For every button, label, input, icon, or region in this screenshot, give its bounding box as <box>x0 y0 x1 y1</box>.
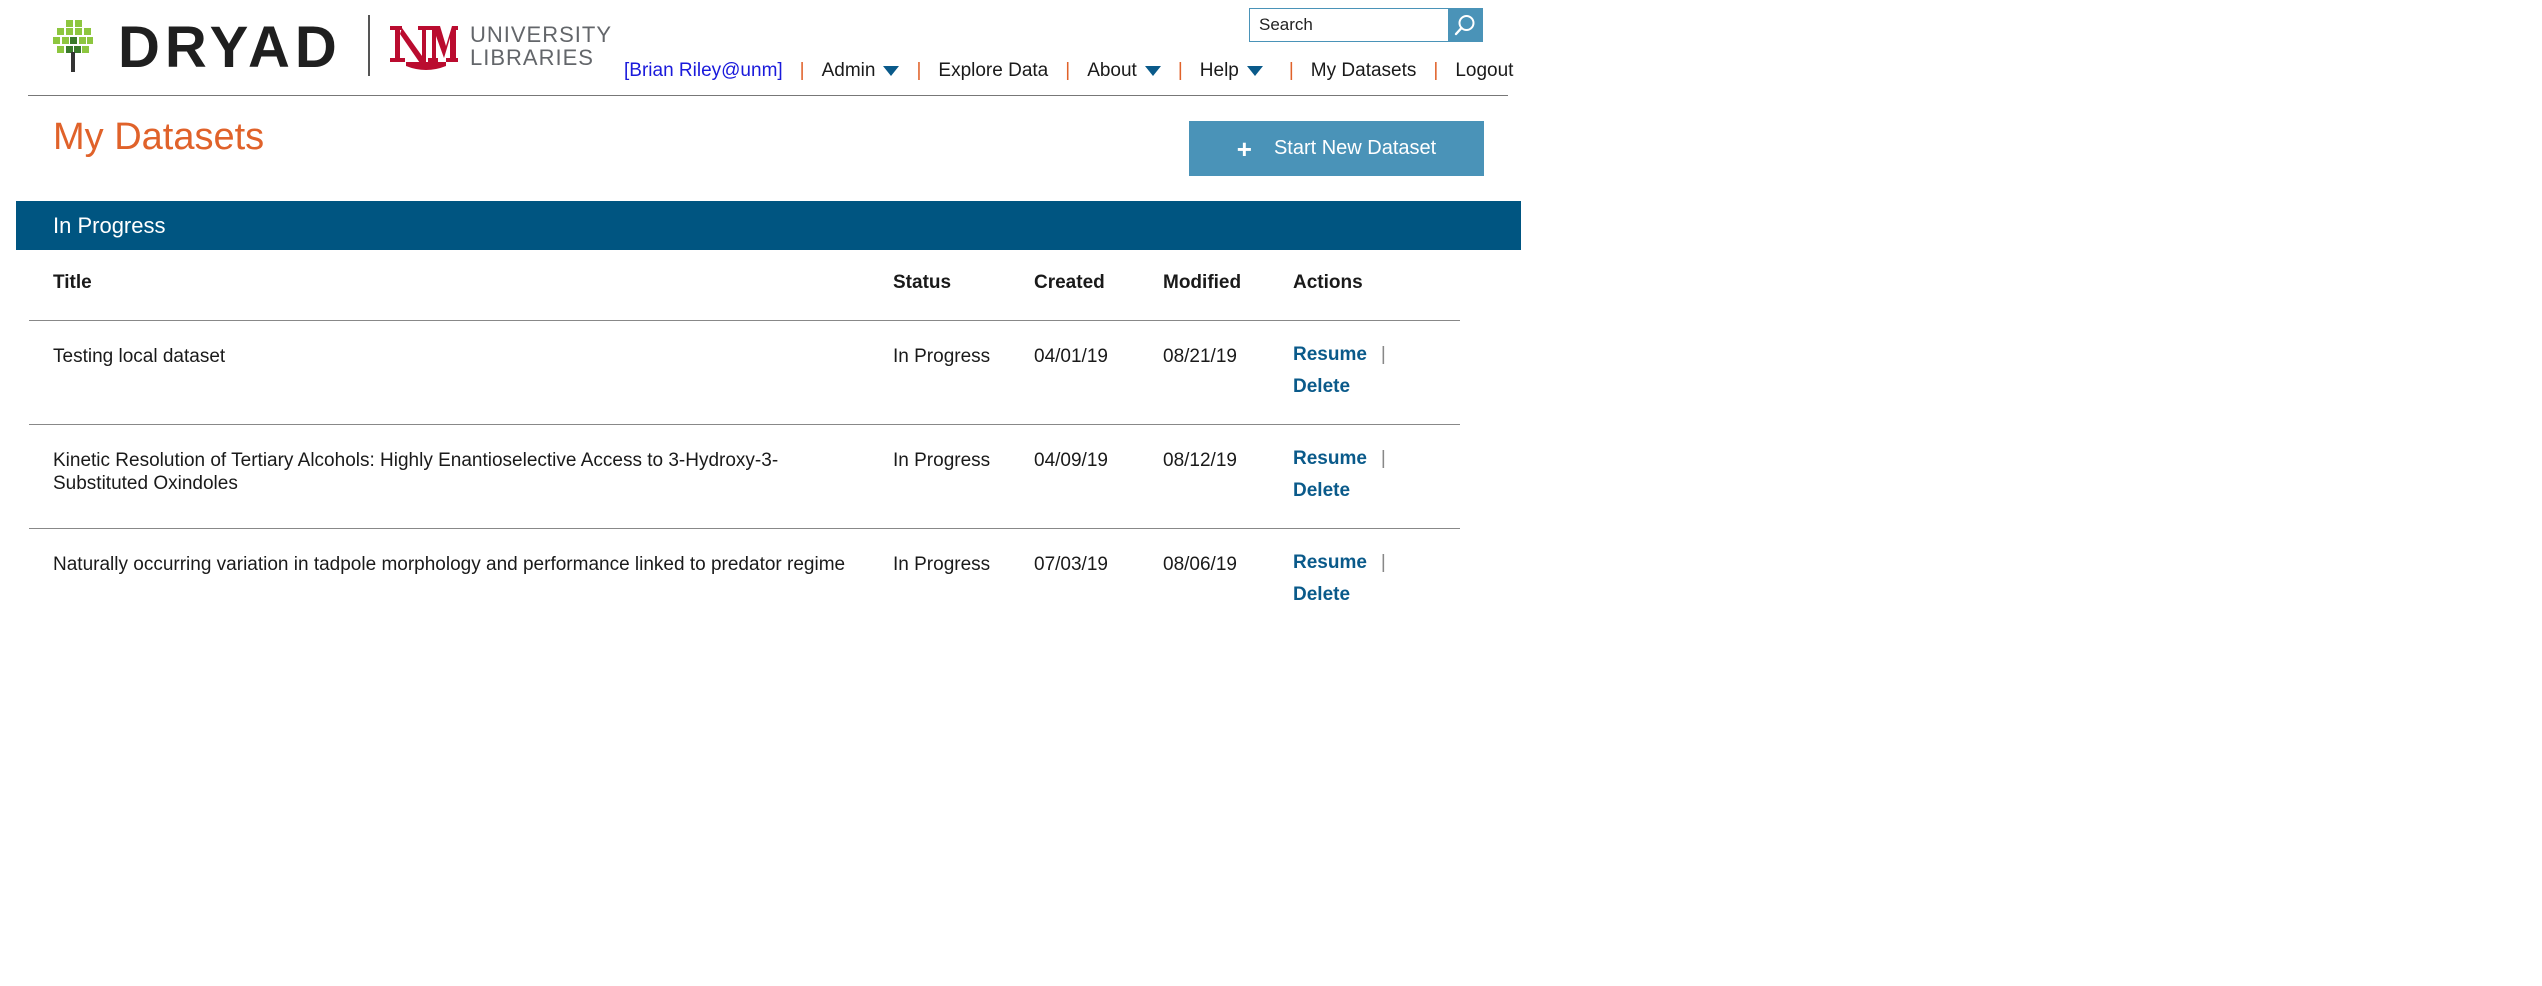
nav-my-datasets[interactable]: My Datasets <box>1311 60 1417 82</box>
nav-separator: | <box>1065 60 1071 81</box>
start-new-dataset-label: Start New Dataset <box>1273 137 1437 159</box>
table-row: Testing local dataset In Progress 04/01/… <box>29 320 1460 424</box>
nav-explore-data[interactable]: Explore Data <box>938 60 1048 82</box>
column-header-status: Status <box>893 272 952 293</box>
caret-down-icon <box>883 66 900 76</box>
dataset-title: Naturally occurring variation in tadpole… <box>53 554 846 575</box>
action-separator: | <box>1380 448 1386 469</box>
dataset-created: 04/01/19 <box>1034 346 1108 367</box>
nav-help[interactable]: Help <box>1200 60 1263 82</box>
column-header-title: Title <box>53 272 92 293</box>
dataset-status: In Progress <box>893 450 991 471</box>
dataset-status: In Progress <box>893 554 991 575</box>
dataset-modified: 08/06/19 <box>1163 554 1237 575</box>
resume-link[interactable]: Resume <box>1293 551 1367 574</box>
search-icon <box>1454 15 1475 36</box>
dryad-wordmark[interactable]: DRYAD <box>118 16 342 80</box>
table-row: Kinetic Resolution of Tertiary Alcohols:… <box>29 424 1460 528</box>
dataset-actions: Resume | Delete <box>1293 447 1413 502</box>
logo-divider <box>368 15 370 76</box>
datasets-table: Title Status Created Modified Actions Te… <box>0 250 1542 632</box>
site-header: DRYAD UNIVERSITY LIBRARIES [Brian Riley@… <box>0 0 1542 97</box>
header-divider <box>28 95 1508 96</box>
dataset-actions: Resume | Delete <box>1293 343 1413 398</box>
delete-link[interactable]: Delete <box>1293 479 1413 502</box>
section-header-in-progress: In Progress <box>16 201 1521 250</box>
action-separator: | <box>1380 552 1386 573</box>
nav-separator: | <box>1433 60 1439 81</box>
search-input[interactable] <box>1250 9 1466 41</box>
search-button[interactable] <box>1448 9 1482 41</box>
resume-link[interactable]: Resume <box>1293 447 1367 470</box>
delete-link[interactable]: Delete <box>1293 583 1413 606</box>
dataset-title: Kinetic Resolution of Tertiary Alcohols:… <box>53 450 779 494</box>
nav-separator: | <box>799 60 805 81</box>
nav-about[interactable]: About <box>1087 60 1161 82</box>
dataset-modified: 08/21/19 <box>1163 346 1237 367</box>
dataset-status: In Progress <box>893 346 991 367</box>
nav-logout[interactable]: Logout <box>1455 60 1513 82</box>
delete-link[interactable]: Delete <box>1293 375 1413 398</box>
table-header: Title Status Created Modified Actions <box>0 250 1542 320</box>
column-header-created: Created <box>1034 272 1105 293</box>
resume-link[interactable]: Resume <box>1293 343 1367 366</box>
nav-user-account[interactable]: [Brian Riley@unm] <box>624 60 783 82</box>
column-header-modified: Modified <box>1163 272 1242 293</box>
column-header-actions: Actions <box>1293 272 1363 293</box>
caret-down-icon <box>1144 66 1161 76</box>
main-nav: [Brian Riley@unm] | Admin | Explore Data… <box>624 58 1513 84</box>
start-new-dataset-button[interactable]: + Start New Dataset <box>1189 121 1484 176</box>
nav-separator: | <box>1288 60 1294 81</box>
dataset-actions: Resume | Delete <box>1293 551 1413 606</box>
unm-logo-icon <box>390 26 458 70</box>
nav-separator: | <box>1177 60 1183 81</box>
caret-down-icon <box>1246 66 1263 76</box>
table-row: Naturally occurring variation in tadpole… <box>29 528 1460 632</box>
search-box <box>1249 8 1483 42</box>
page-title: My Datasets <box>53 116 265 158</box>
action-separator: | <box>1380 344 1386 365</box>
university-libraries-wordmark: UNIVERSITY LIBRARIES <box>470 22 613 70</box>
dataset-created: 04/09/19 <box>1034 450 1108 471</box>
dryad-tree-logo-icon <box>53 20 93 72</box>
dataset-title: Testing local dataset <box>53 346 226 367</box>
dataset-modified: 08/12/19 <box>1163 450 1237 471</box>
nav-separator: | <box>916 60 922 81</box>
dataset-created: 07/03/19 <box>1034 554 1108 575</box>
nav-admin[interactable]: Admin <box>822 60 900 82</box>
plus-icon: + <box>1236 133 1252 164</box>
